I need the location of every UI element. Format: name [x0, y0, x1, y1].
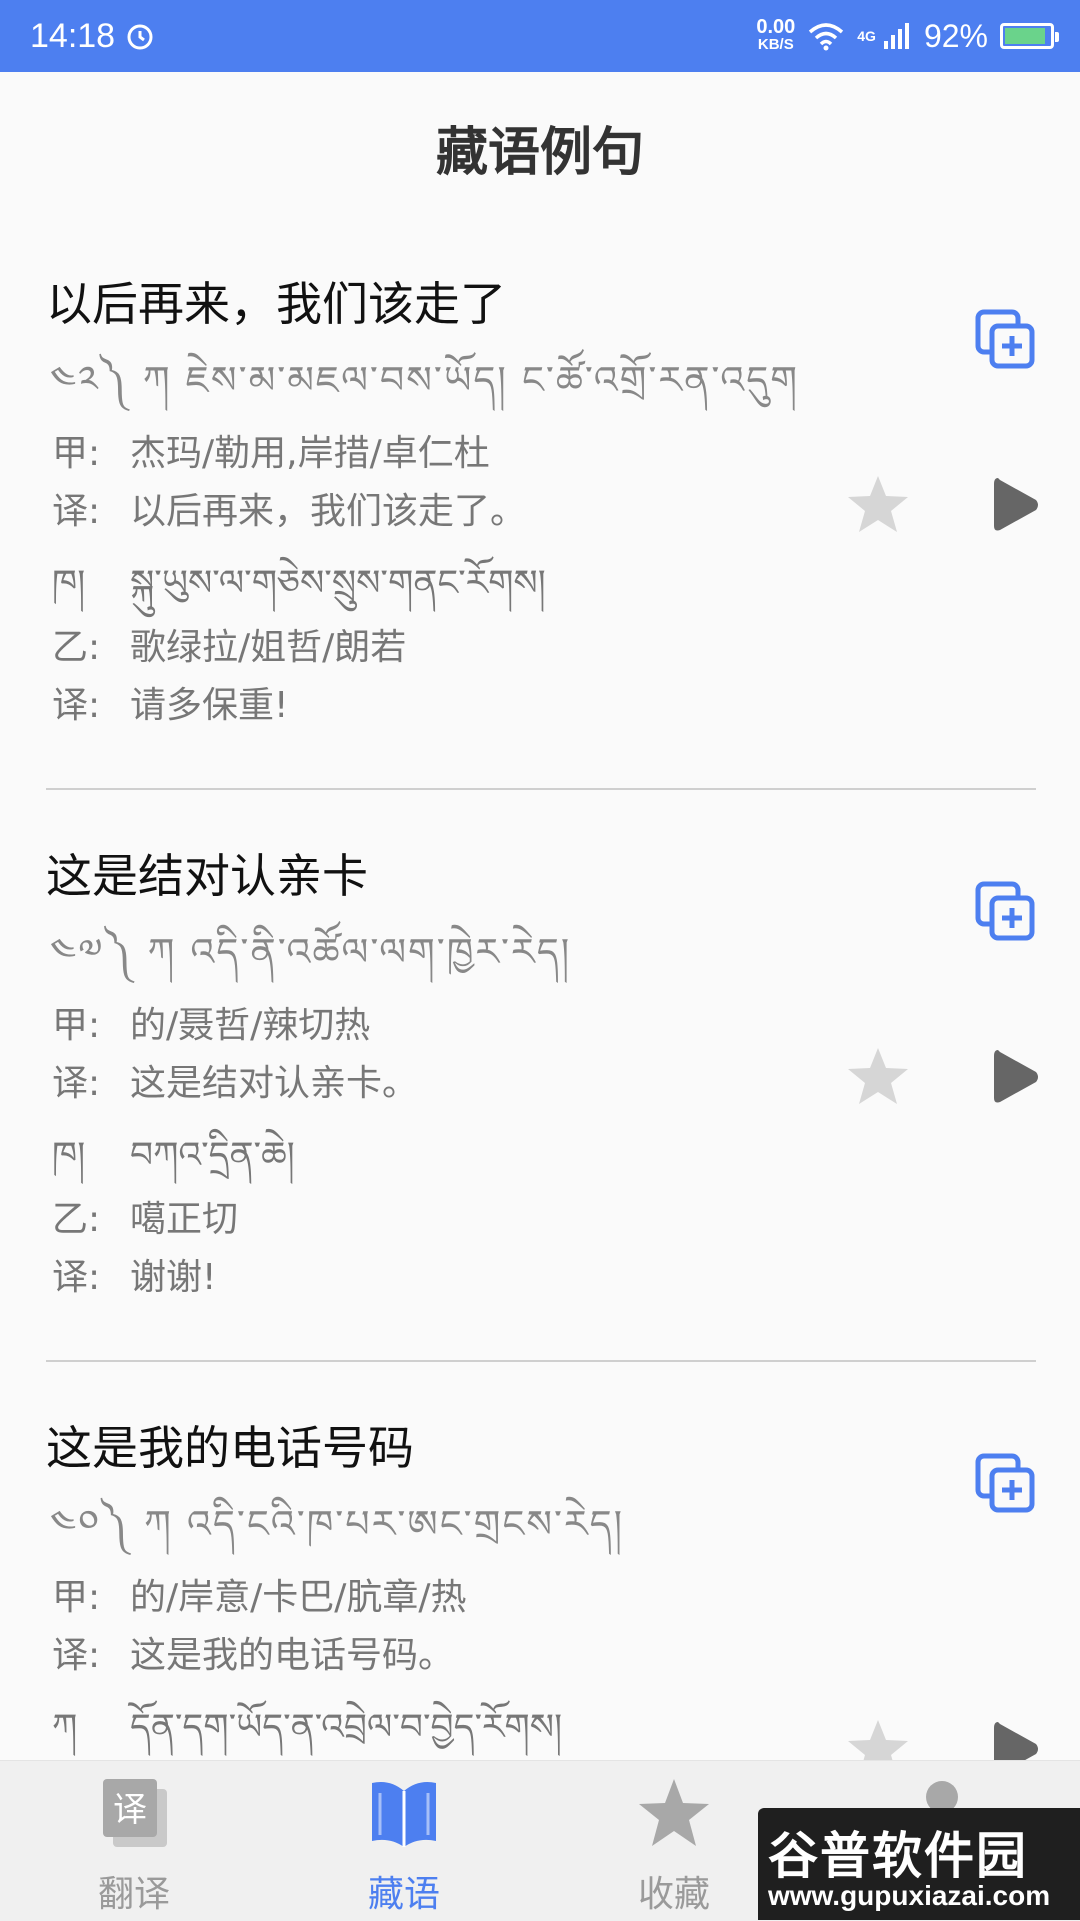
speaker-b-line: 乙: 歌绿拉/姐哲/朗若	[52, 627, 407, 668]
favorite-star-icon[interactable]	[846, 1046, 910, 1106]
battery-icon	[1000, 23, 1059, 49]
star-icon	[639, 1779, 709, 1846]
battery-percent: 92%	[923, 17, 988, 54]
copy-add-icon[interactable]	[974, 880, 1036, 942]
divider	[46, 788, 1036, 790]
book-icon	[372, 1782, 436, 1847]
speaker-b-translation: 译: 请多保重!	[52, 685, 289, 726]
copy-add-icon[interactable]	[974, 308, 1036, 370]
sentence-card: 这是我的电话号码 ༤༠༽ ཀ འདི་ངའི་ཁ་པར་ཨང་གྲངས་རེད།…	[0, 1412, 1080, 1760]
speaker-a-translation: 译: 这是结对认亲卡。	[52, 1063, 419, 1104]
translate-icon: 译	[103, 1779, 167, 1847]
favorite-star-icon[interactable]	[846, 1718, 910, 1760]
net-speed: 0.00 KB/S	[756, 16, 796, 53]
copy-add-icon[interactable]	[974, 1452, 1036, 1514]
watermark-name: 谷普软件园	[768, 1827, 1028, 1885]
status-bar: 14:18 0.00 KB/S 4G 92%	[0, 0, 1080, 72]
speaker-a-translation: 译: 以后再来，我们该走了。	[52, 491, 527, 532]
nav-tibetan[interactable]: 藏语	[314, 1775, 494, 1915]
speaker-a-line: 甲: 的/岸意/卡巴/肮章/热	[52, 1577, 467, 1618]
watermark-url: www.gupuxiazai.com	[768, 1880, 1051, 1911]
svg-text:译: 译	[113, 1790, 147, 1830]
speaker-a-translation: 译: 这是我的电话号码。	[52, 1635, 455, 1676]
sentence-card: 以后再来，我们该走了 ༤༢༽ ཀ ཇེས་མ་མཇལ་བས་ཡོད། ང་ཚོ་…	[0, 268, 1080, 788]
divider	[46, 1360, 1036, 1362]
speaker-b-line: 乙: 噶正切	[52, 1199, 239, 1240]
speaker-a-line: 甲: 杰玛/勒用,岸措/卓仁杜	[52, 433, 490, 474]
nav-translate[interactable]: 译 翻译	[44, 1775, 224, 1915]
network-type: 4G	[857, 27, 876, 44]
page-title: 藏语例句	[435, 122, 644, 183]
sentence-chinese: 以后再来，我们该走了	[46, 277, 506, 331]
status-left: 14:18	[30, 17, 155, 56]
sentence-card: 这是结对认亲卡 ༤༧༽ ཀ འདི་ནི་འཚོལ་ལག་ཁྱེར་རེད། 甲…	[0, 840, 1080, 1360]
sentence-chinese: 这是结对认亲卡	[46, 849, 368, 903]
speaker-b-translation: 译: 谢谢!	[52, 1257, 217, 1298]
nav-label: 藏语	[367, 1874, 440, 1915]
watermark: 谷普软件园 www.gupuxiazai.com	[758, 1808, 1080, 1920]
nav-label: 收藏	[637, 1874, 710, 1915]
sentence-chinese: 这是我的电话号码	[46, 1421, 414, 1475]
nav-favorites[interactable]: 收藏	[584, 1775, 764, 1915]
alarm-icon	[127, 24, 153, 50]
play-audio-icon[interactable]	[992, 1046, 1040, 1108]
favorite-star-icon[interactable]	[846, 474, 910, 534]
status-time: 14:18	[30, 16, 116, 55]
play-audio-icon[interactable]	[992, 474, 1040, 536]
speaker-a-line: 甲: 的/聂哲/辣切热	[52, 1005, 371, 1046]
signal-icon	[883, 23, 909, 49]
play-audio-icon[interactable]	[992, 1718, 1040, 1760]
nav-label: 翻译	[97, 1874, 170, 1915]
speaker-b-tibetan: ཀ དོན་དག་ཡོད་ན་འབྲེལ་བ་བྱེད་རོགས།	[52, 1707, 563, 1748]
status-right: 0.00 KB/S 4G 92%	[756, 16, 1059, 55]
wifi-icon	[809, 23, 844, 51]
